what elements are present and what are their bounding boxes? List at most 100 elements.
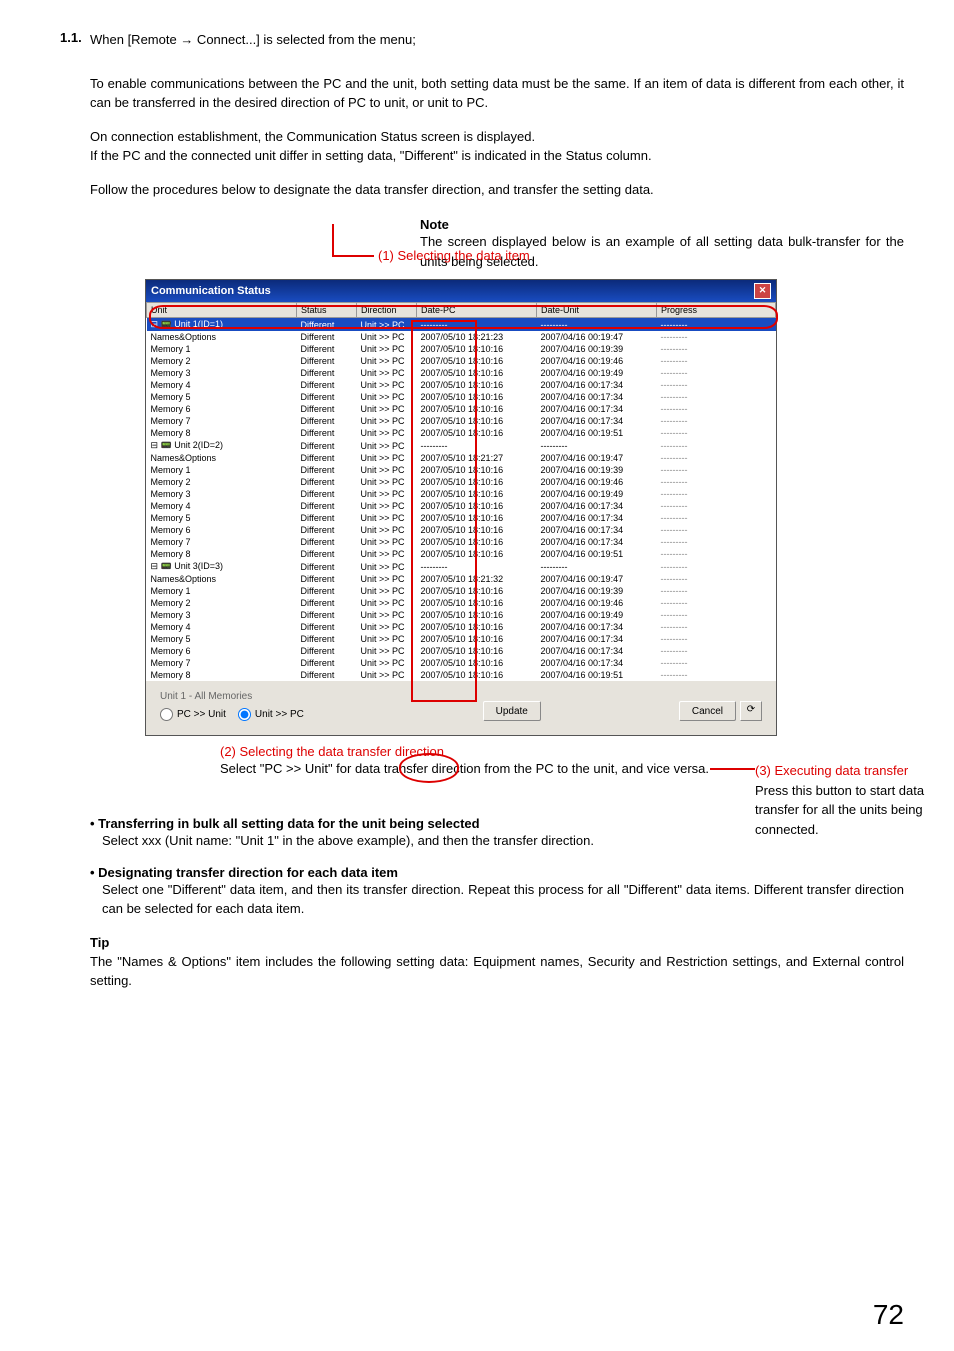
- status-grid[interactable]: Unit Status Direction Date-PC Date-Unit …: [146, 302, 776, 681]
- radio-pc-to-unit[interactable]: PC >> Unit: [160, 708, 226, 721]
- table-cell: 2007/05/10 18:10:16: [417, 488, 537, 500]
- table-row[interactable]: Memory 2DifferentUnit >> PC2007/05/10 18…: [147, 597, 776, 609]
- table-row[interactable]: Memory 7DifferentUnit >> PC2007/05/10 18…: [147, 415, 776, 427]
- table-cell: Different: [297, 355, 357, 367]
- table-row[interactable]: Names&OptionsDifferentUnit >> PC2007/05/…: [147, 331, 776, 343]
- table-cell: Different: [297, 403, 357, 415]
- table-cell: Different: [297, 645, 357, 657]
- table-row[interactable]: Memory 3DifferentUnit >> PC2007/05/10 18…: [147, 488, 776, 500]
- table-cell: Unit >> PC: [357, 524, 417, 536]
- intro-p1: To enable communications between the PC …: [90, 74, 904, 113]
- table-cell: 2007/05/10 18:10:16: [417, 403, 537, 415]
- table-cell: ---------: [657, 633, 776, 645]
- table-cell: 2007/04/16 00:19:39: [537, 343, 657, 355]
- table-row[interactable]: ⊟ 📟 Unit 2(ID=2)DifferentUnit >> PC-----…: [147, 439, 776, 452]
- table-cell: Memory 8: [147, 427, 297, 439]
- table-row[interactable]: Memory 5DifferentUnit >> PC2007/05/10 18…: [147, 512, 776, 524]
- table-row[interactable]: ⊟ 📟 Unit 3(ID=3)DifferentUnit >> PC-----…: [147, 560, 776, 573]
- table-row[interactable]: Memory 7DifferentUnit >> PC2007/05/10 18…: [147, 657, 776, 669]
- table-cell: Unit >> PC: [357, 331, 417, 343]
- radio-unit-to-pc-label: Unit >> PC: [255, 709, 304, 720]
- radio-unit-to-pc[interactable]: Unit >> PC: [238, 708, 304, 721]
- callout-3-line: [710, 768, 755, 770]
- table-cell: Unit >> PC: [357, 536, 417, 548]
- table-cell: 2007/05/10 18:10:16: [417, 415, 537, 427]
- table-row[interactable]: Memory 5DifferentUnit >> PC2007/05/10 18…: [147, 391, 776, 403]
- callout-1: (1) Selecting the data item: [378, 248, 530, 263]
- radio-unit-to-pc-input[interactable]: [238, 708, 251, 721]
- table-row[interactable]: Memory 3DifferentUnit >> PC2007/05/10 18…: [147, 609, 776, 621]
- table-cell: ---------: [657, 645, 776, 657]
- table-cell: Memory 8: [147, 669, 297, 681]
- table-cell: Memory 5: [147, 633, 297, 645]
- table-cell: Unit >> PC: [357, 500, 417, 512]
- table-cell: Different: [297, 524, 357, 536]
- table-row[interactable]: Memory 8DifferentUnit >> PC2007/05/10 18…: [147, 427, 776, 439]
- col-progress[interactable]: Progress: [657, 303, 776, 318]
- table-cell: Names&Options: [147, 573, 297, 585]
- table-row[interactable]: Memory 2DifferentUnit >> PC2007/05/10 18…: [147, 476, 776, 488]
- col-date-pc[interactable]: Date-PC: [417, 303, 537, 318]
- section-heading: 1.1. When [Remote → Connect...] is selec…: [60, 30, 904, 64]
- table-cell: Memory 6: [147, 645, 297, 657]
- table-cell: Unit >> PC: [357, 318, 417, 332]
- col-direction[interactable]: Direction: [357, 303, 417, 318]
- col-date-unit[interactable]: Date-Unit: [537, 303, 657, 318]
- update-button[interactable]: Update: [483, 701, 541, 721]
- table-cell: Unit >> PC: [357, 343, 417, 355]
- table-cell: Unit >> PC: [357, 403, 417, 415]
- table-row[interactable]: Memory 8DifferentUnit >> PC2007/05/10 18…: [147, 669, 776, 681]
- table-row[interactable]: Memory 4DifferentUnit >> PC2007/05/10 18…: [147, 379, 776, 391]
- intro-p2: On connection establishment, the Communi…: [90, 127, 904, 147]
- table-cell: Different: [297, 573, 357, 585]
- table-cell: 2007/04/16 00:19:46: [537, 597, 657, 609]
- table-cell: Different: [297, 548, 357, 560]
- table-row[interactable]: Names&OptionsDifferentUnit >> PC2007/05/…: [147, 573, 776, 585]
- table-cell: 2007/05/10 18:10:16: [417, 524, 537, 536]
- table-cell: 2007/05/10 18:10:16: [417, 669, 537, 681]
- table-cell: ---------: [537, 439, 657, 452]
- table-cell: 2007/04/16 00:17:34: [537, 379, 657, 391]
- table-cell: 2007/05/10 18:10:16: [417, 585, 537, 597]
- table-cell: 2007/04/16 00:19:47: [537, 573, 657, 585]
- table-cell: 2007/05/10 18:10:16: [417, 379, 537, 391]
- close-icon[interactable]: ✕: [754, 283, 771, 299]
- table-row[interactable]: Memory 6DifferentUnit >> PC2007/05/10 18…: [147, 524, 776, 536]
- table-row[interactable]: Memory 7DifferentUnit >> PC2007/05/10 18…: [147, 536, 776, 548]
- table-cell: Memory 6: [147, 403, 297, 415]
- table-cell: ---------: [657, 609, 776, 621]
- table-cell: 2007/05/10 18:21:27: [417, 452, 537, 464]
- table-row[interactable]: Memory 5DifferentUnit >> PC2007/05/10 18…: [147, 633, 776, 645]
- table-row[interactable]: Memory 3DifferentUnit >> PC2007/05/10 18…: [147, 367, 776, 379]
- table-row[interactable]: Memory 4DifferentUnit >> PC2007/05/10 18…: [147, 621, 776, 633]
- table-row[interactable]: Memory 8DifferentUnit >> PC2007/05/10 18…: [147, 548, 776, 560]
- table-cell: 2007/05/10 18:10:16: [417, 657, 537, 669]
- table-row[interactable]: Names&OptionsDifferentUnit >> PC2007/05/…: [147, 452, 776, 464]
- table-cell: ---------: [657, 560, 776, 573]
- col-status[interactable]: Status: [297, 303, 357, 318]
- table-cell: 2007/04/16 00:19:49: [537, 488, 657, 500]
- table-cell: 2007/04/16 00:19:39: [537, 464, 657, 476]
- table-row[interactable]: ⊟ 📟 Unit 1(ID=1)DifferentUnit >> PC-----…: [147, 318, 776, 332]
- table-row[interactable]: Memory 4DifferentUnit >> PC2007/05/10 18…: [147, 500, 776, 512]
- table-cell: 2007/05/10 18:10:16: [417, 633, 537, 645]
- table-row[interactable]: Memory 1DifferentUnit >> PC2007/05/10 18…: [147, 464, 776, 476]
- col-unit[interactable]: Unit: [147, 303, 297, 318]
- refresh-icon[interactable]: ⟳: [740, 701, 762, 721]
- radio-pc-to-unit-input[interactable]: [160, 708, 173, 721]
- table-row[interactable]: Memory 1DifferentUnit >> PC2007/05/10 18…: [147, 585, 776, 597]
- table-row[interactable]: Memory 2DifferentUnit >> PC2007/05/10 18…: [147, 355, 776, 367]
- table-cell: 2007/05/10 18:10:16: [417, 512, 537, 524]
- table-cell: ---------: [657, 427, 776, 439]
- table-row[interactable]: Memory 6DifferentUnit >> PC2007/05/10 18…: [147, 403, 776, 415]
- table-cell: Memory 7: [147, 415, 297, 427]
- table-cell: Unit >> PC: [357, 573, 417, 585]
- table-cell: Different: [297, 633, 357, 645]
- table-cell: 2007/04/16 00:17:34: [537, 657, 657, 669]
- table-row[interactable]: Memory 6DifferentUnit >> PC2007/05/10 18…: [147, 645, 776, 657]
- cancel-button[interactable]: Cancel: [679, 701, 736, 721]
- table-cell: ---------: [657, 318, 776, 332]
- table-row[interactable]: Memory 1DifferentUnit >> PC2007/05/10 18…: [147, 343, 776, 355]
- table-cell: 2007/05/10 18:10:16: [417, 597, 537, 609]
- bullet-2-head: Designating transfer direction for each …: [90, 865, 904, 880]
